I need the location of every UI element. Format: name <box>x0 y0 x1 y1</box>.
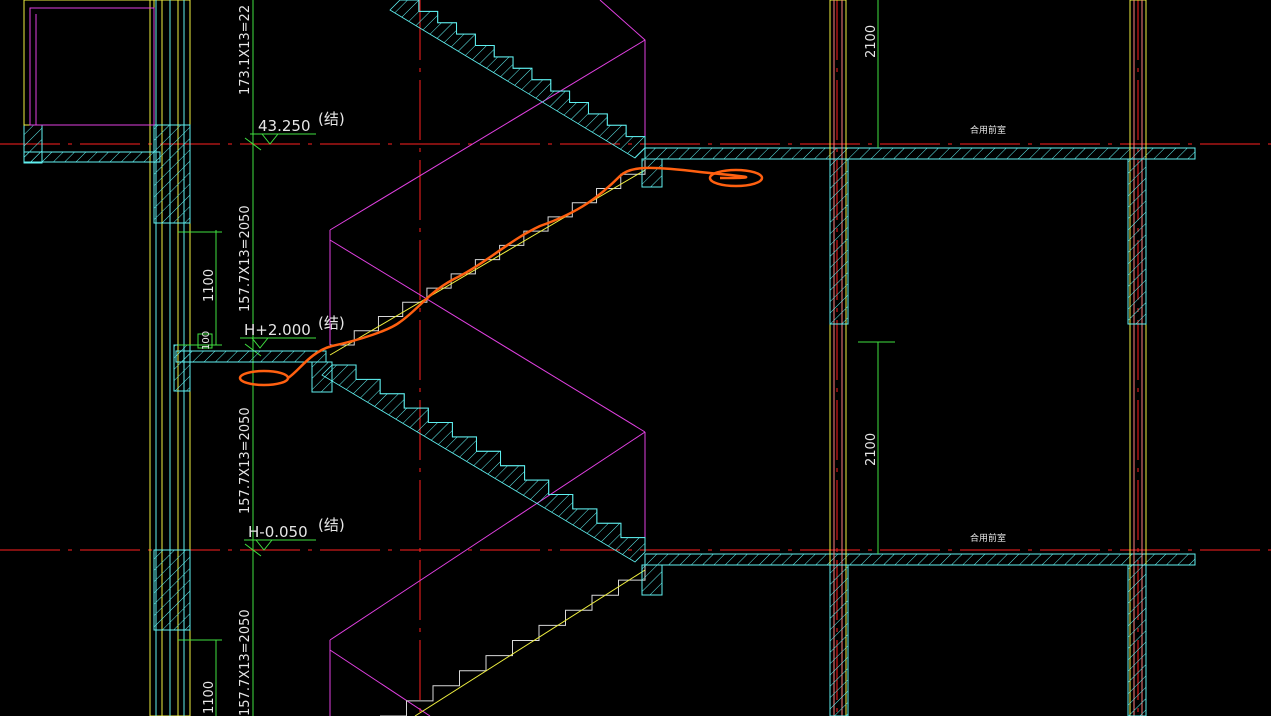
elevation-bottom-value: H-0.050 <box>248 523 308 541</box>
beam-upper <box>641 158 663 188</box>
railing-dim-upper: 1100 <box>202 269 217 302</box>
elevation-middle-value: H+2.000 <box>244 321 311 339</box>
wall-block-lower <box>153 549 191 631</box>
elevation-middle-note: (结) <box>318 314 345 332</box>
room-dim-upper: 2100 <box>864 25 879 58</box>
stair-flights <box>321 0 646 716</box>
magenta-construction <box>329 0 646 716</box>
room-label-lower: 合用前室 <box>970 532 1006 544</box>
slab-upper <box>644 147 1196 160</box>
orange-markup <box>238 166 764 387</box>
flight-dim-1: 173.1X13=22 <box>238 5 253 95</box>
stair-flight-upper <box>330 160 646 346</box>
landing-mid <box>175 350 327 363</box>
slab-lower <box>644 553 1196 566</box>
cad-drawing-canvas: 43.250 (结) H+2.000 (结) H-0.050 (结) 173.1… <box>0 0 1271 716</box>
stair-flight-top-hatch <box>389 0 646 159</box>
room-walls <box>829 0 1147 716</box>
stair-slope-lines <box>329 169 646 716</box>
railing-dim-small: 100 <box>201 331 212 350</box>
room-dim-lower: 2100 <box>864 433 879 466</box>
left-balcony <box>23 0 161 164</box>
beam-lower <box>641 564 663 596</box>
railing-dim-lower: 1100 <box>202 681 217 714</box>
elevation-top-value: 43.250 <box>258 117 311 135</box>
flight-dim-4: 157.7X13=2050 <box>238 609 253 716</box>
beam-mid <box>311 361 333 393</box>
flight-dim-3: 157.7X13=2050 <box>238 407 253 514</box>
room-dimension-lines <box>858 0 895 554</box>
elevation-top-note: (结) <box>318 110 345 128</box>
wall-block-upper <box>153 124 191 224</box>
elevation-bottom-note: (结) <box>318 516 345 534</box>
flight-dim-2: 157.7X13=2050 <box>238 205 253 312</box>
room-label-upper: 合用前室 <box>970 124 1006 136</box>
